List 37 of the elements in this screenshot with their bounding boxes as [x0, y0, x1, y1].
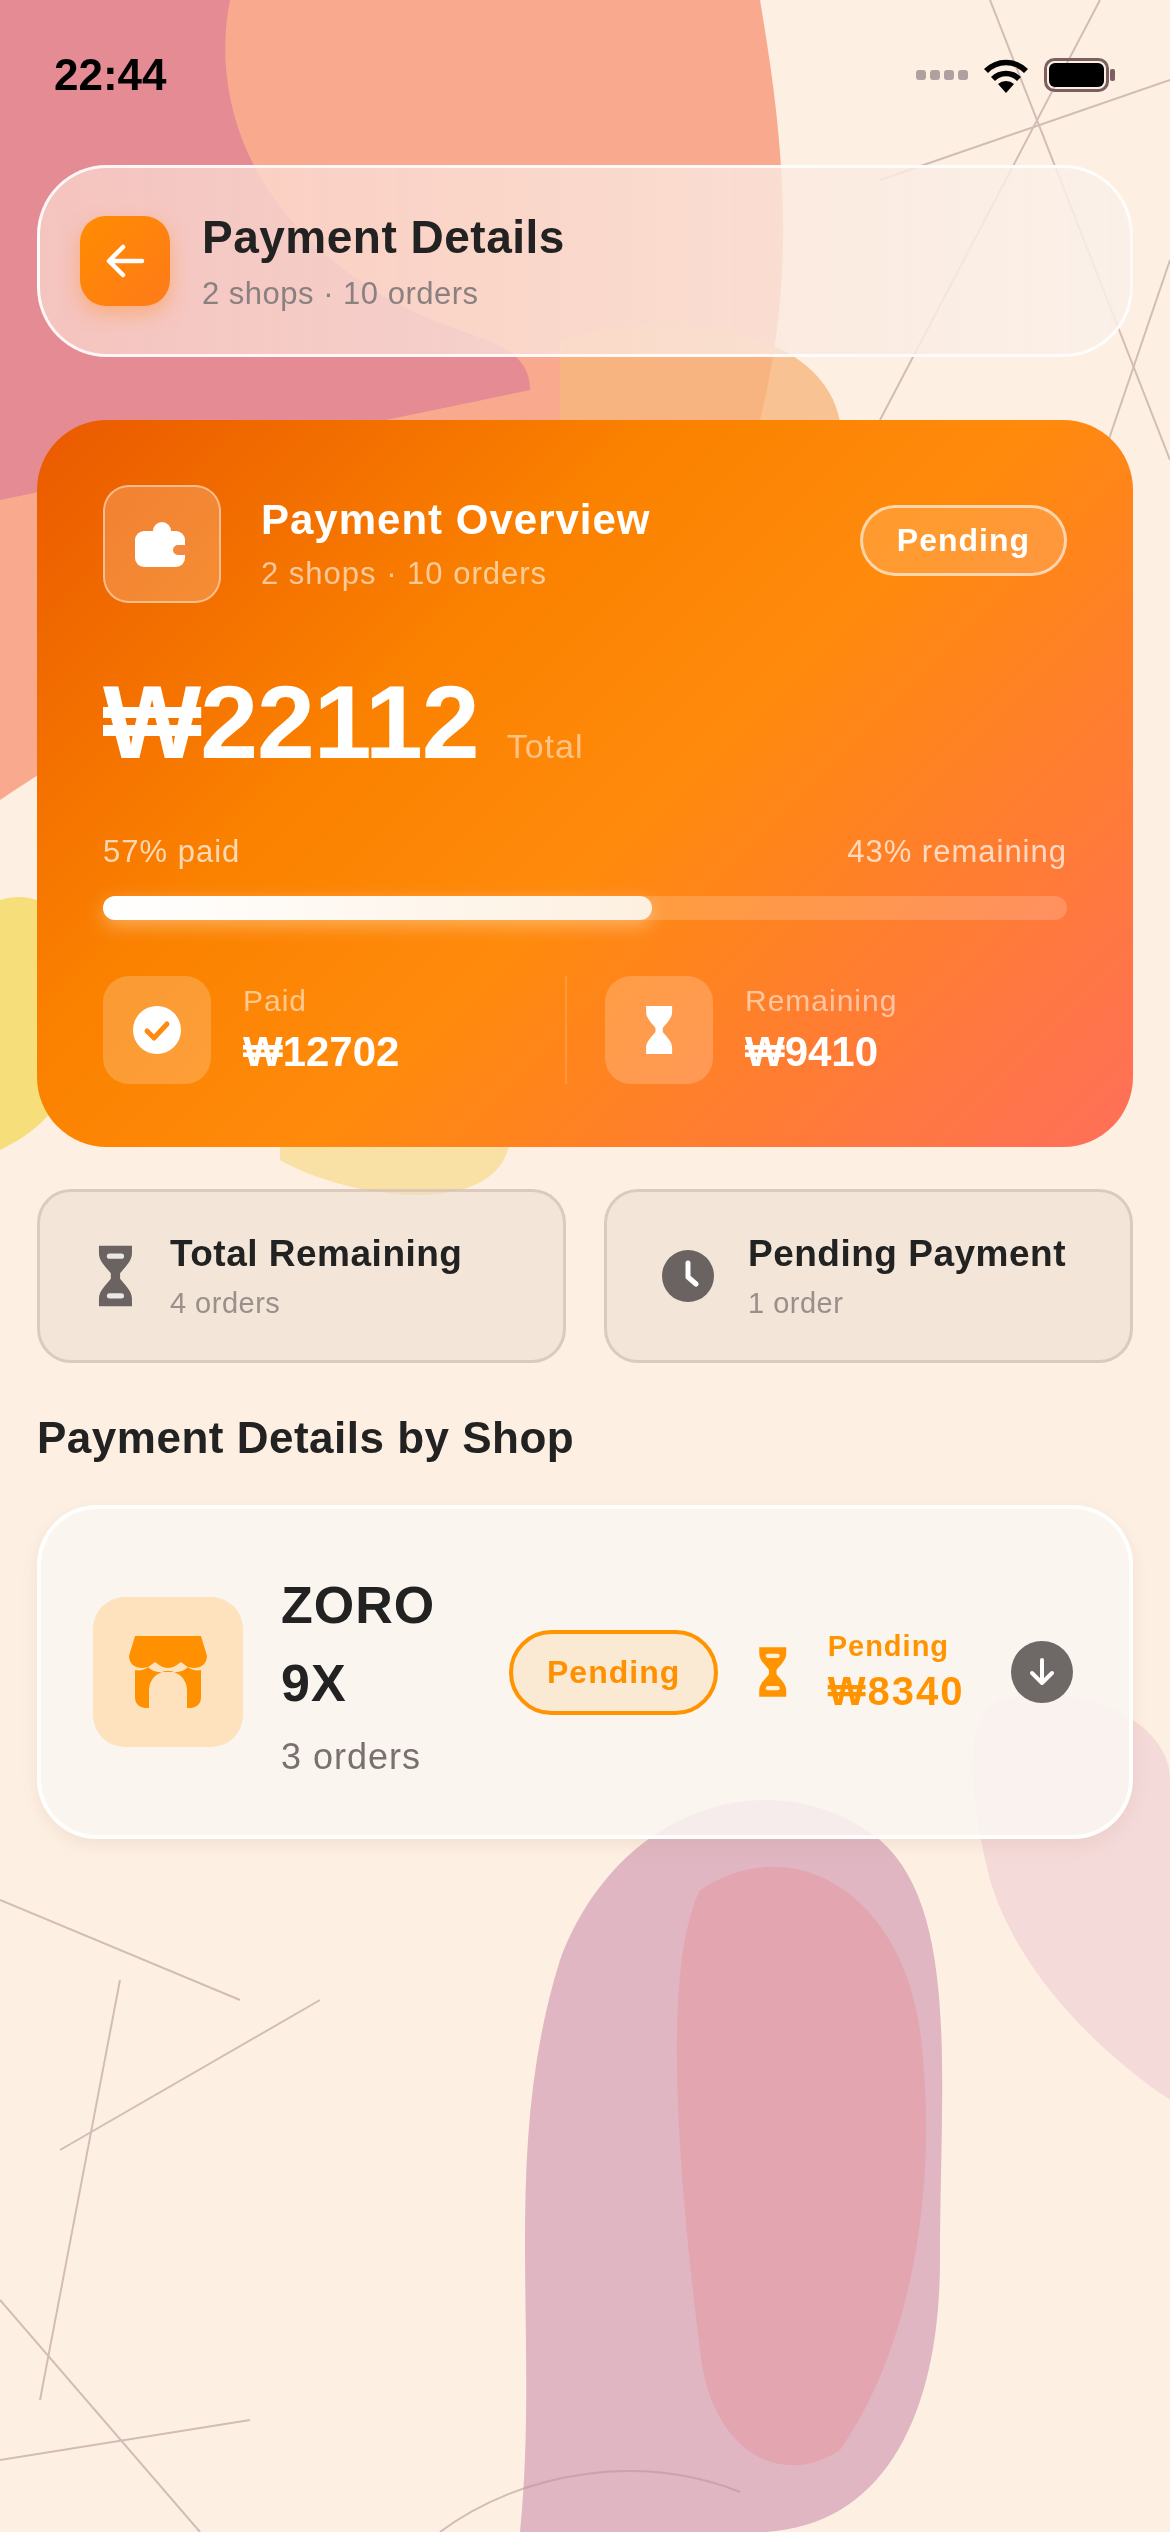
check-circle-icon	[133, 1006, 181, 1054]
stat-label: Remaining	[745, 984, 898, 1018]
battery-icon	[1044, 58, 1116, 92]
overview-title: Payment Overview	[261, 496, 651, 544]
stat-label: Paid	[243, 984, 309, 1018]
summary-tile[interactable]: Total Remaining 4 orders	[37, 1189, 566, 1363]
status-time: 22:44	[54, 50, 167, 100]
stat-value: ₩12702	[243, 1028, 400, 1076]
shop-card[interactable]: ZORO 9X 3 orders Pending Pending ₩8340	[37, 1505, 1133, 1839]
page-title: Payment Details	[202, 210, 565, 264]
signal-icon	[916, 70, 968, 80]
tile-title: Total Remaining	[169, 1232, 463, 1275]
store-icon	[129, 1636, 207, 1708]
pending-amount: ₩8340	[827, 1669, 965, 1714]
tile-title: Pending Payment	[748, 1232, 1066, 1275]
wallet-icon	[135, 521, 189, 567]
down-arrow-icon	[1029, 1657, 1055, 1687]
page-subtitle: 2 shops · 10 orders	[202, 276, 480, 312]
clock-icon	[662, 1250, 714, 1302]
status-badge: Pending	[859, 505, 1067, 576]
remaining-percent: 43% remaining	[847, 834, 1067, 870]
total-amount: ₩22112	[103, 663, 479, 782]
total-label: Total	[506, 727, 584, 766]
shop-name: ZORO 9X	[281, 1575, 437, 1714]
section-title: Payment Details by Shop	[37, 1413, 576, 1463]
overview-subtitle: 2 shops · 10 orders	[261, 556, 549, 592]
status-badge: Pending	[509, 1629, 719, 1715]
tile-subtitle: 1 order	[748, 1286, 845, 1320]
shop-order-count: 3 orders	[281, 1736, 423, 1778]
wifi-icon	[982, 57, 1030, 93]
stat-value: ₩9410	[745, 1028, 880, 1076]
summary-tile[interactable]: Pending Payment 1 order	[604, 1189, 1133, 1363]
back-arrow-icon	[105, 243, 145, 279]
amount-label: Pending	[827, 1630, 951, 1663]
back-button[interactable]	[80, 216, 170, 306]
tile-subtitle: 4 orders	[169, 1286, 282, 1320]
paid-percent: 57% paid	[103, 834, 241, 870]
